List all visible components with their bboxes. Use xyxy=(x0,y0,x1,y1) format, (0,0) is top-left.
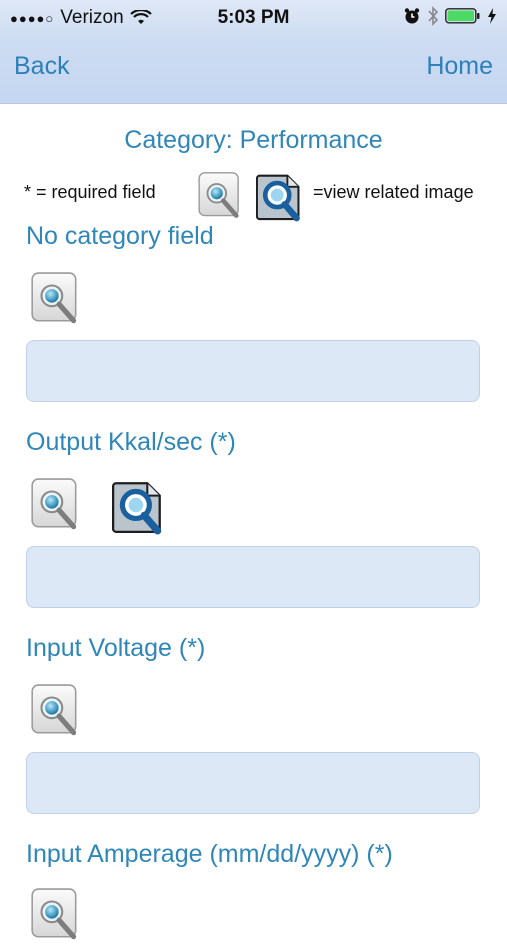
output-kkal-input[interactable] xyxy=(26,546,480,608)
charging-bolt-icon xyxy=(488,8,496,24)
form-content: Category: Performance * = required field… xyxy=(0,104,507,900)
field-label-output-kkal: Output Kkal/sec (*) xyxy=(26,428,236,456)
input-voltage-input[interactable] xyxy=(26,752,480,814)
magnifier-doc-icon[interactable] xyxy=(30,887,82,945)
navigation-header: ●●●●○ Verizon 5:03 PM Back Home xyxy=(0,0,507,104)
related-image-icon xyxy=(256,170,304,222)
magnifier-doc-icon[interactable] xyxy=(30,271,82,329)
field-label-input-amperage: Input Amperage (mm/dd/yyyy) (*) xyxy=(26,840,393,868)
magnifier-doc-icon xyxy=(197,171,244,223)
bluetooth-icon xyxy=(428,6,439,26)
icon-legend: * = required field =view related image xyxy=(0,172,507,222)
legend-required-text: * = required field xyxy=(24,182,156,202)
back-button[interactable]: Back xyxy=(14,52,70,81)
field-label-input-voltage: Input Voltage (*) xyxy=(26,634,206,662)
status-right xyxy=(403,6,497,26)
battery-icon xyxy=(445,8,480,24)
no-category-input[interactable] xyxy=(26,340,480,402)
related-image-icon[interactable] xyxy=(112,477,166,535)
alarm-icon xyxy=(404,8,420,24)
magnifier-doc-icon[interactable] xyxy=(30,683,82,741)
field-label-no-category: No category field xyxy=(26,222,214,250)
status-bar: ●●●●○ Verizon 5:03 PM xyxy=(0,0,507,36)
legend-related-text: =view related image xyxy=(313,182,474,202)
home-button[interactable]: Home xyxy=(426,52,493,81)
magnifier-doc-icon[interactable] xyxy=(30,477,82,535)
category-title: Category: Performance xyxy=(124,126,383,154)
